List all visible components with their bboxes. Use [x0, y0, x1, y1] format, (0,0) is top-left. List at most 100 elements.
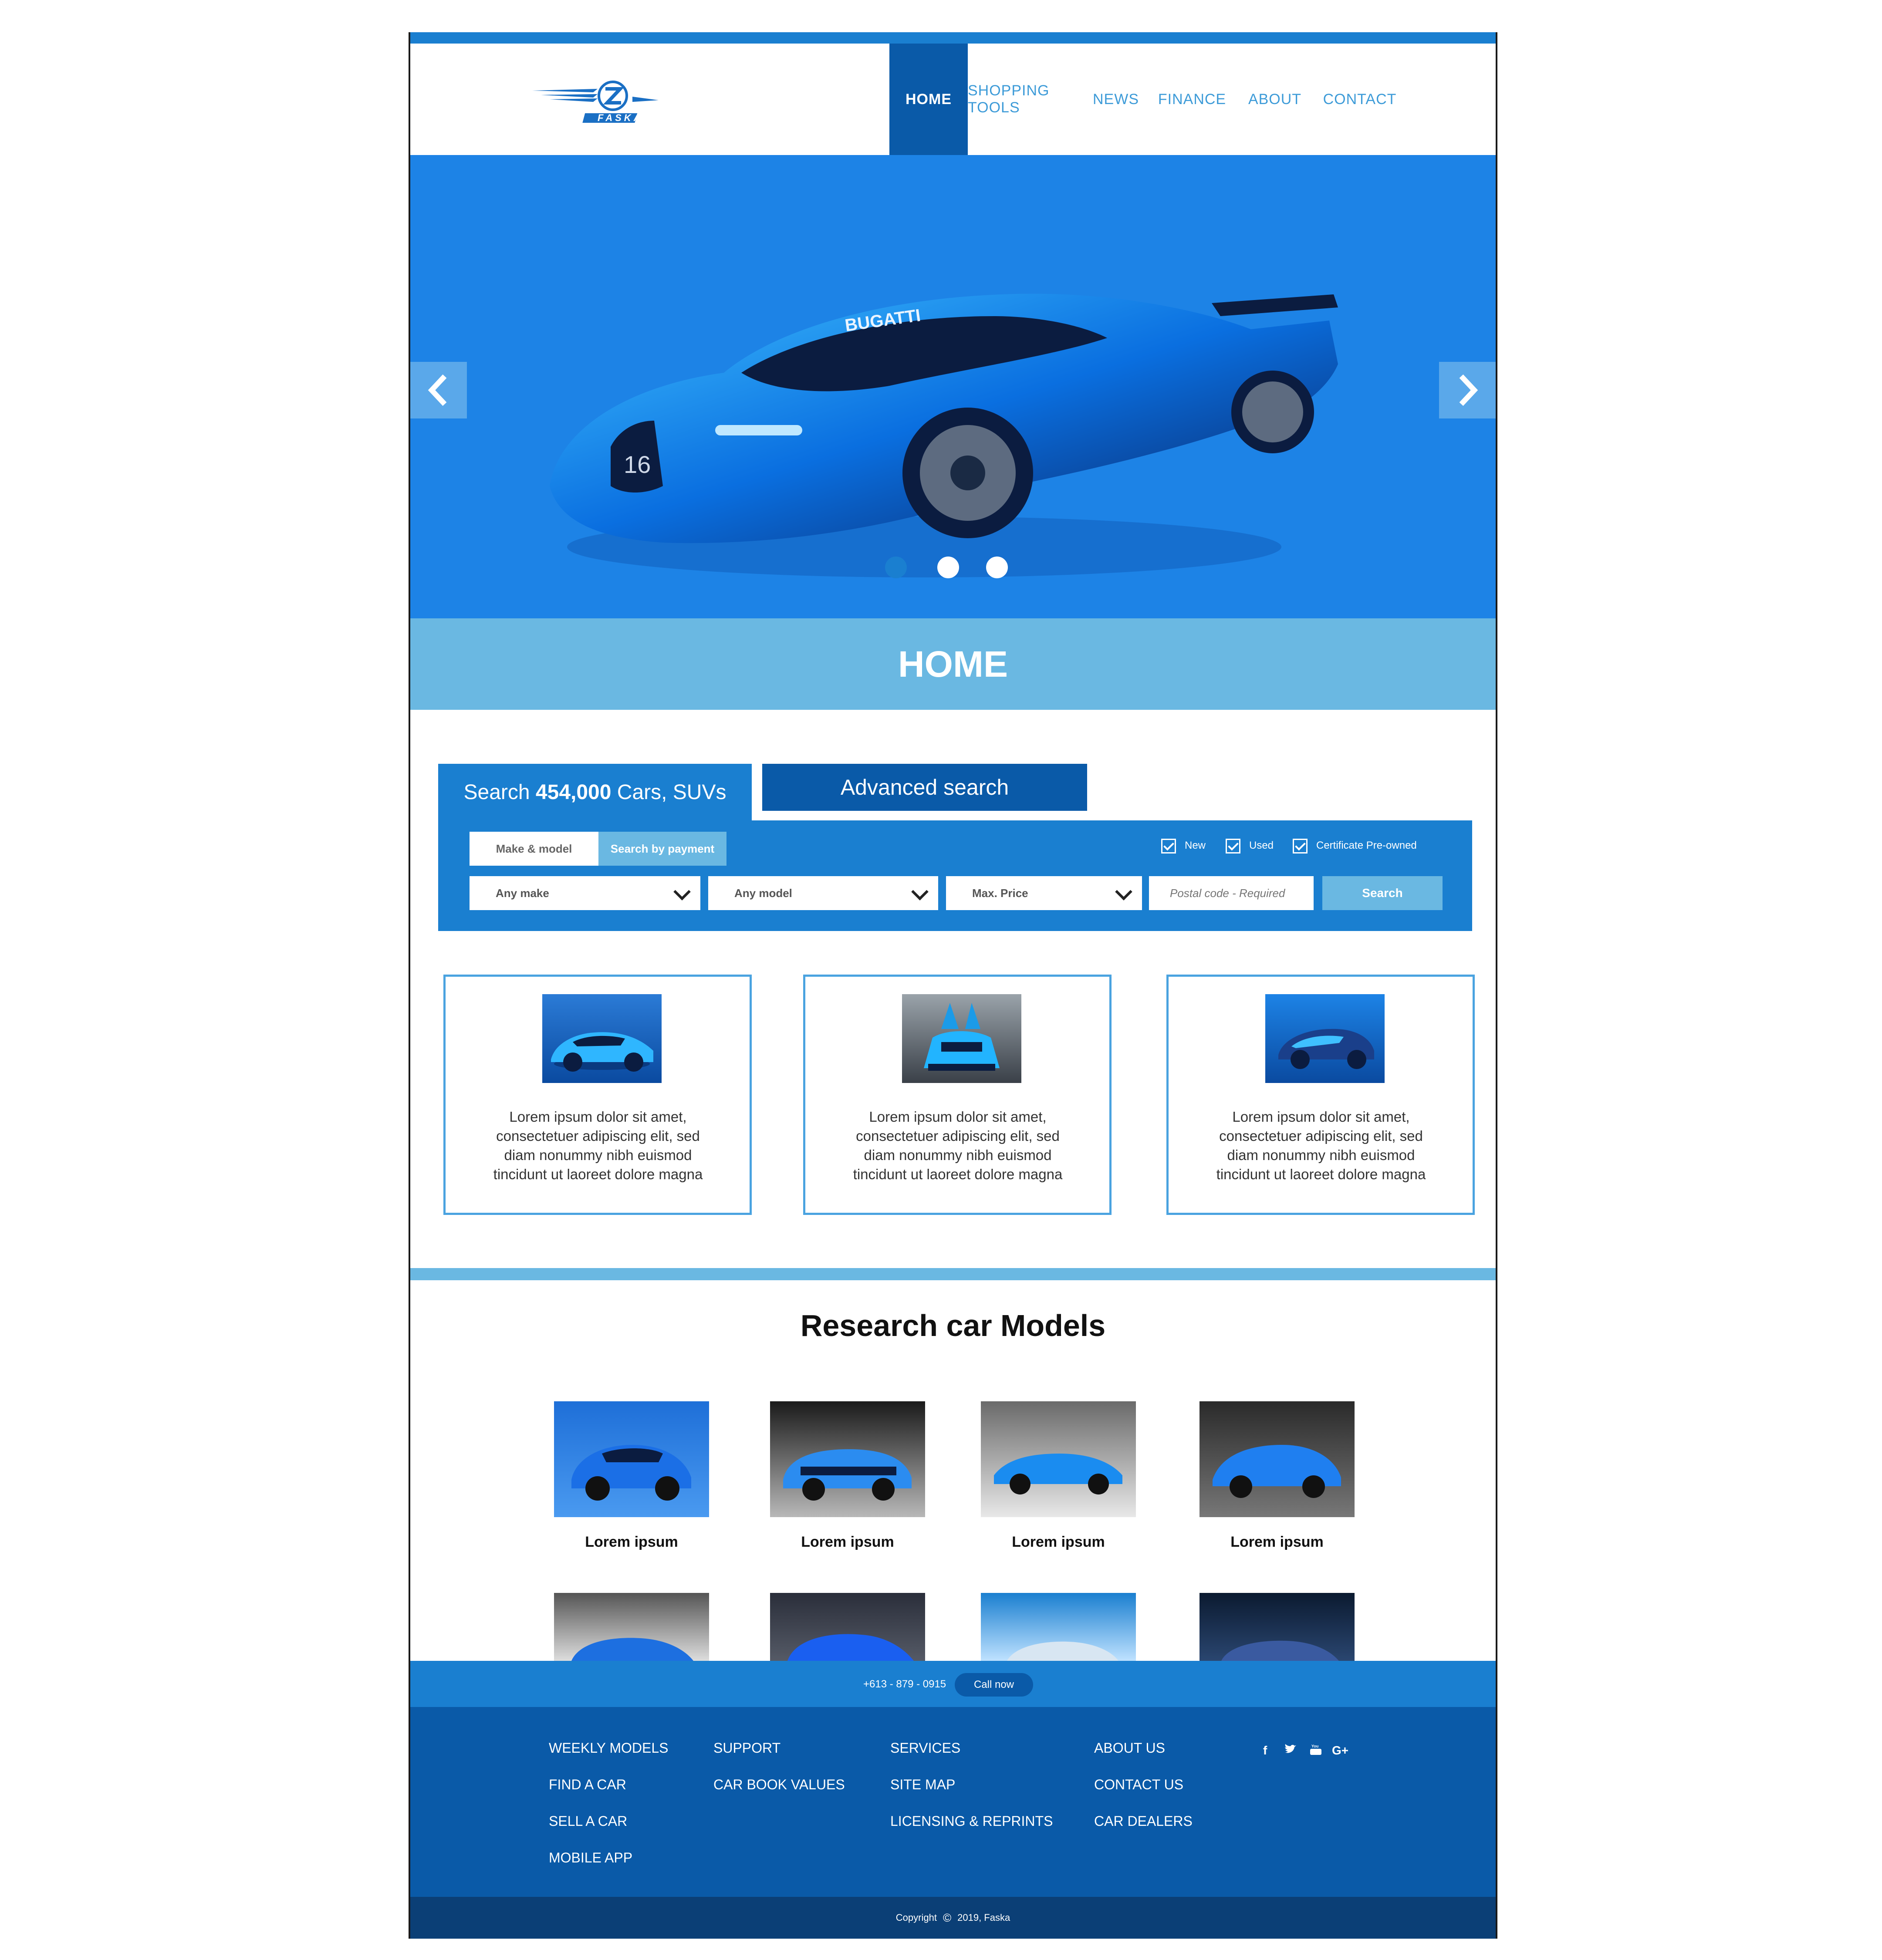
nav-about[interactable]: ABOUT [1238, 44, 1312, 155]
feature-card[interactable]: Lorem ipsum dolor sit amet, consectetuer… [443, 975, 752, 1215]
nav-finance[interactable]: FINANCE [1146, 44, 1238, 155]
footer-link[interactable]: WEEKLY MODELS [549, 1740, 668, 1756]
footer: WEEKLY MODELS FIND A CAR SELL A CAR MOBI… [410, 1707, 1496, 1897]
card-line: tincidunt ut laoreet dolore magna [1216, 1166, 1426, 1182]
call-now-label: Call now [973, 1679, 1014, 1690]
card-description: Lorem ipsum dolor sit amet, consectetuer… [472, 1107, 724, 1184]
google-plus-icon[interactable]: G+ [1332, 1744, 1348, 1758]
hero-slider: BUGATTI 16 [410, 155, 1496, 618]
card-description: Lorem ipsum dolor sit amet, consectetuer… [1195, 1107, 1447, 1184]
model-select[interactable]: Any model [708, 876, 938, 910]
model-label: Lorem ipsum [801, 1534, 894, 1550]
slider-dot-2[interactable] [937, 557, 959, 578]
tab-advanced-search[interactable]: Advanced search [762, 764, 1087, 811]
footer-link[interactable]: CAR BOOK VALUES [713, 1777, 845, 1793]
chevron-down-icon [1115, 883, 1132, 901]
subtab-search-by-payment[interactable]: Search by payment [598, 832, 726, 866]
nav-home-label: HOME [906, 91, 952, 108]
make-select[interactable]: Any make [470, 876, 700, 910]
checkbox-new[interactable] [1161, 839, 1176, 853]
card-line: Lorem ipsum dolor sit amet, [509, 1109, 687, 1125]
checkbox-certified[interactable] [1293, 839, 1308, 853]
postal-code-input[interactable] [1149, 876, 1314, 910]
copyright-text: 2019, Faska [957, 1912, 1010, 1923]
footer-link[interactable]: SITE MAP [890, 1777, 955, 1793]
brand-name: FASKA [598, 112, 643, 123]
card-car-image [542, 994, 662, 1083]
page-title: HOME [898, 643, 1008, 685]
card-line: consectetuer adipiscing elit, sed [856, 1128, 1060, 1144]
nav-about-label: ABOUT [1248, 91, 1302, 108]
nav-home[interactable]: HOME [889, 44, 968, 155]
section-divider [410, 1268, 1496, 1280]
nav-shopping-tools[interactable]: SHOPPING TOOLS [968, 44, 1085, 155]
nav-finance-label: FINANCE [1158, 91, 1227, 108]
model-image[interactable] [554, 1401, 709, 1517]
tab-search-cars[interactable]: Search 454,000 Cars, SUVs [438, 764, 752, 820]
footer-link[interactable]: ABOUT US [1094, 1740, 1165, 1756]
call-bar: +613 - 879 - 0915 Call now [410, 1661, 1496, 1707]
tab-search-prefix: Search [463, 780, 536, 804]
phone-number: +613 - 879 - 0915 [863, 1678, 946, 1690]
slider-prev-button[interactable] [410, 362, 467, 418]
card-line: Lorem ipsum dolor sit amet, [1232, 1109, 1410, 1125]
card-car-image [902, 994, 1021, 1083]
page: FASKA HOME SHOPPING TOOLS NEWS FINANCE A… [409, 32, 1497, 1939]
model-select-value: Any model [734, 886, 792, 900]
page-title-band: HOME [410, 618, 1496, 710]
model-image[interactable] [770, 1593, 925, 1661]
header: FASKA HOME SHOPPING TOOLS NEWS FINANCE A… [410, 44, 1496, 155]
max-price-select[interactable]: Max. Price [946, 876, 1142, 910]
footer-link[interactable]: MOBILE APP [549, 1850, 632, 1866]
facebook-icon[interactable]: f [1263, 1744, 1267, 1758]
subtab-payment-label: Search by payment [610, 842, 715, 855]
footer-link[interactable]: CAR DEALERS [1094, 1813, 1193, 1829]
hero-car-number: 16 [624, 451, 651, 478]
call-now-button[interactable]: Call now [955, 1673, 1033, 1697]
twitter-icon[interactable] [1284, 1744, 1297, 1758]
footer-link[interactable]: LICENSING & REPRINTS [890, 1813, 1053, 1829]
nav-news[interactable]: NEWS [1085, 44, 1146, 155]
model-image[interactable] [770, 1401, 925, 1517]
search-button[interactable]: Search [1322, 876, 1443, 910]
nav-shopping-tools-label: SHOPPING TOOLS [968, 82, 1050, 116]
feature-card[interactable]: Lorem ipsum dolor sit amet, consectetuer… [803, 975, 1112, 1215]
card-line: diam nonummy nibh euismod [1227, 1147, 1415, 1163]
max-price-value: Max. Price [972, 886, 1028, 900]
feature-card[interactable]: Lorem ipsum dolor sit amet, consectetuer… [1166, 975, 1475, 1215]
slider-dot-3[interactable] [986, 557, 1008, 578]
subtab-make-model[interactable]: Make & model [470, 832, 598, 866]
nav-contact[interactable]: CONTACT [1312, 44, 1408, 155]
checkbox-used[interactable] [1226, 839, 1240, 853]
copyright-bar: Copyright © 2019, Faska [410, 1897, 1496, 1939]
checkbox-new-label: New [1185, 840, 1206, 851]
search-panel: Make & model Search by payment New Used … [438, 820, 1472, 931]
footer-link[interactable]: SUPPORT [713, 1740, 781, 1756]
model-label: Lorem ipsum [585, 1534, 678, 1550]
card-line: Lorem ipsum dolor sit amet, [869, 1109, 1047, 1125]
model-image[interactable] [981, 1401, 1136, 1517]
model-label: Lorem ipsum [1012, 1534, 1105, 1550]
copyright-prefix: Copyright [895, 1912, 937, 1923]
footer-link[interactable]: SELL A CAR [549, 1813, 627, 1829]
slider-next-button[interactable] [1439, 362, 1496, 418]
youtube-icon[interactable]: You [1309, 1744, 1322, 1759]
nav-news-label: NEWS [1093, 91, 1139, 108]
slider-dot-1[interactable] [885, 557, 907, 578]
card-line: consectetuer adipiscing elit, sed [1219, 1128, 1423, 1144]
card-line: diam nonummy nibh euismod [864, 1147, 1052, 1163]
chevron-down-icon [673, 883, 691, 901]
card-car-image [1265, 994, 1385, 1083]
model-image[interactable] [1199, 1401, 1355, 1517]
model-image[interactable] [1199, 1593, 1355, 1661]
chevron-left-icon [428, 374, 447, 406]
footer-link[interactable]: CONTACT US [1094, 1777, 1183, 1793]
brand-logo[interactable]: FASKA [532, 70, 663, 131]
footer-link[interactable]: FIND A CAR [549, 1777, 626, 1793]
card-line: consectetuer adipiscing elit, sed [496, 1128, 700, 1144]
svg-text:You: You [1311, 1744, 1318, 1748]
footer-link[interactable]: SERVICES [890, 1740, 960, 1756]
model-image[interactable] [554, 1593, 709, 1661]
model-image[interactable] [981, 1593, 1136, 1661]
chevron-down-icon [911, 883, 929, 901]
